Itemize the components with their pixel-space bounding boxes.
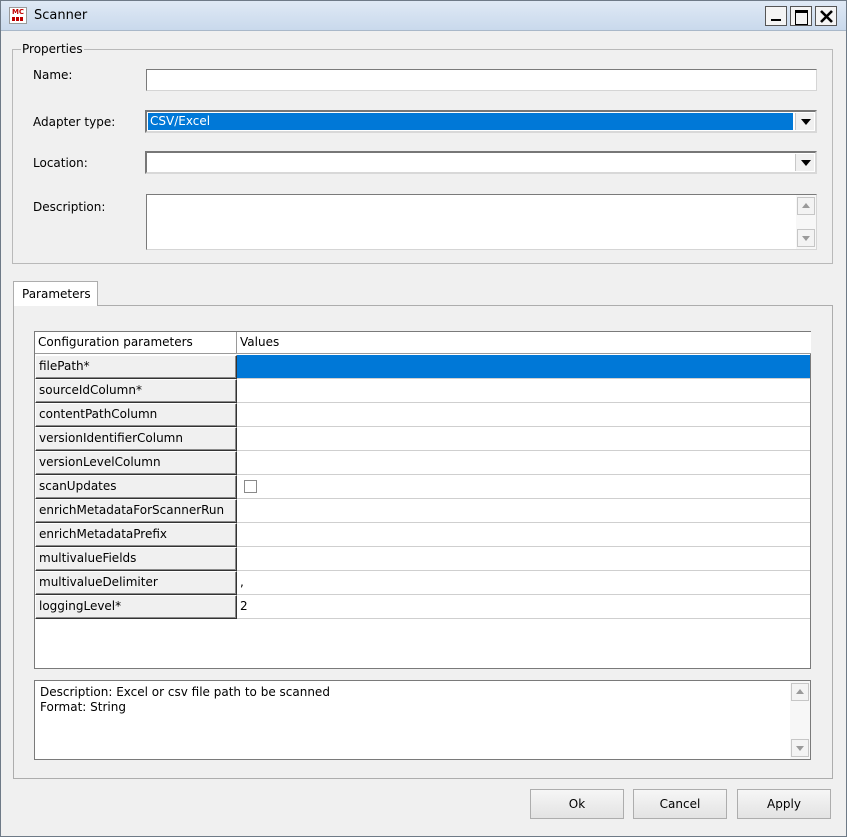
location-value: [148, 154, 793, 171]
table-row[interactable]: enrichMetadataPrefix: [35, 523, 810, 547]
param-value[interactable]: [237, 379, 810, 403]
param-value[interactable]: [237, 427, 810, 451]
window-title: Scanner: [34, 8, 88, 23]
column-header-configuration-parameters[interactable]: Configuration parameters: [35, 332, 237, 354]
properties-group-label: Properties: [21, 42, 84, 56]
description-textarea[interactable]: [146, 194, 817, 250]
param-value[interactable]: [237, 355, 810, 379]
scroll-up-icon[interactable]: [797, 197, 815, 215]
param-name: enrichMetadataPrefix: [35, 523, 237, 547]
scroll-down-icon[interactable]: [791, 739, 809, 757]
ok-button[interactable]: Ok: [530, 789, 624, 819]
table-row[interactable]: versionIdentifierColumn: [35, 427, 810, 451]
location-select[interactable]: [145, 151, 817, 174]
scanner-window: MC Scanner Properties Name: Adapter type…: [0, 0, 847, 837]
param-name: multivalueDelimiter: [35, 571, 237, 595]
param-value[interactable]: [237, 499, 810, 523]
param-name: versionLevelColumn: [35, 451, 237, 475]
adapter-type-dropdown-arrow-icon[interactable]: [795, 113, 814, 130]
scan-updates-checkbox[interactable]: [244, 480, 257, 493]
maximize-button[interactable]: [790, 6, 812, 26]
table-row[interactable]: scanUpdates: [35, 475, 810, 499]
close-icon: [820, 10, 833, 23]
adapter-type-select[interactable]: CSV/Excel: [145, 110, 817, 133]
parameters-table: Configuration parameters Values filePath…: [34, 331, 811, 669]
param-name: sourceIdColumn*: [35, 379, 237, 403]
param-value[interactable]: [237, 403, 810, 427]
table-row[interactable]: filePath*: [35, 355, 810, 379]
table-row[interactable]: enrichMetadataForScannerRun: [35, 499, 810, 523]
description-label: Description:: [33, 200, 106, 214]
param-name: enrichMetadataForScannerRun: [35, 499, 237, 523]
title-bar[interactable]: MC Scanner: [1, 1, 846, 31]
param-value[interactable]: [237, 523, 810, 547]
cancel-button[interactable]: Cancel: [633, 789, 727, 819]
table-row[interactable]: versionLevelColumn: [35, 451, 810, 475]
column-header-values[interactable]: Values: [237, 332, 811, 354]
param-value[interactable]: [237, 547, 810, 571]
apply-button[interactable]: Apply: [737, 789, 831, 819]
parameter-format-line: Format: String: [40, 700, 126, 714]
param-name: versionIdentifierColumn: [35, 427, 237, 451]
scroll-down-icon[interactable]: [797, 229, 815, 247]
app-icon-text: MC: [11, 8, 25, 16]
param-name: multivalueFields: [35, 547, 237, 571]
name-input[interactable]: [146, 69, 817, 91]
table-row[interactable]: loggingLevel* 2: [35, 595, 810, 619]
param-name: scanUpdates: [35, 475, 237, 499]
name-label: Name:: [33, 68, 73, 82]
minimize-button[interactable]: [765, 6, 787, 26]
param-name: contentPathColumn: [35, 403, 237, 427]
param-value: [237, 475, 810, 499]
table-row[interactable]: multivalueDelimiter ,: [35, 571, 810, 595]
location-dropdown-arrow-icon[interactable]: [795, 154, 814, 171]
adapter-type-label: Adapter type:: [33, 115, 116, 129]
description-scrollbar[interactable]: [796, 195, 816, 249]
tab-parameters[interactable]: Parameters: [13, 281, 98, 306]
param-value[interactable]: ,: [237, 571, 810, 595]
table-row[interactable]: contentPathColumn: [35, 403, 810, 427]
param-value[interactable]: [237, 451, 810, 475]
parameter-description-line: Description: Excel or csv file path to b…: [40, 685, 330, 699]
table-row[interactable]: multivalueFields: [35, 547, 810, 571]
app-icon: MC: [9, 7, 27, 24]
param-name: loggingLevel*: [35, 595, 237, 619]
table-row[interactable]: sourceIdColumn*: [35, 379, 810, 403]
close-button[interactable]: [815, 6, 837, 26]
param-value[interactable]: 2: [237, 595, 810, 619]
location-label: Location:: [33, 156, 88, 170]
param-name: filePath*: [35, 355, 237, 379]
parameter-description-scrollbar[interactable]: [790, 681, 810, 759]
parameter-description-box[interactable]: Description: Excel or csv file path to b…: [34, 680, 811, 760]
adapter-type-value: CSV/Excel: [148, 113, 793, 130]
scroll-up-icon[interactable]: [791, 683, 809, 701]
